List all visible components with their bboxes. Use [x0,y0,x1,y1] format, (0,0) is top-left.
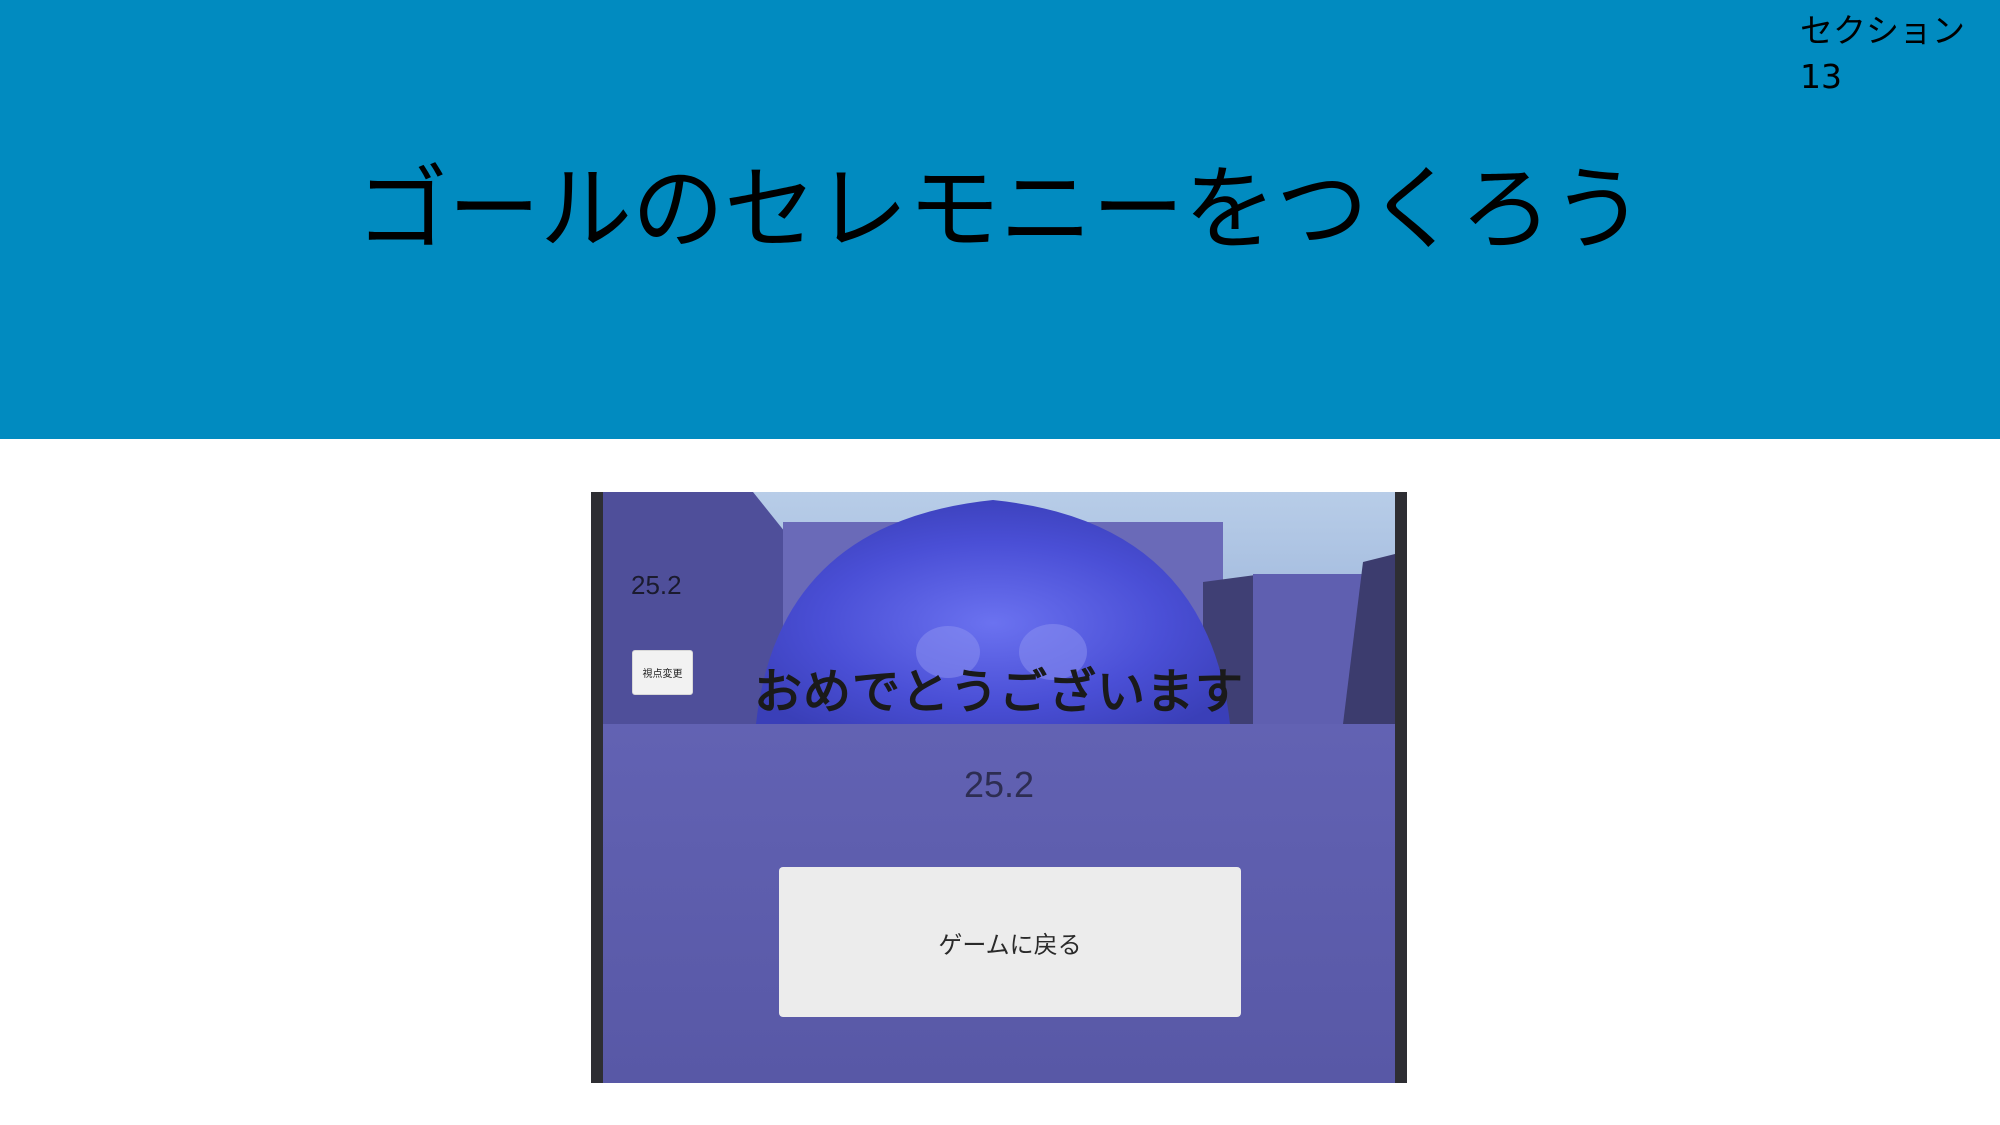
game-viewport: 25.2 視点変更 おめでとうございます 25.2 ゲームに戻る [603,492,1395,1083]
slide-header: セクション 13 ゴールのセレモニーをつくろう [0,0,2000,439]
game-screenshot: 25.2 視点変更 おめでとうございます 25.2 ゲームに戻る [591,492,1407,1083]
section-number: 13 [1800,57,1842,96]
slide-title: ゴールのセレモニーをつくろう [355,156,1644,263]
section-label-text: セクション [1800,11,1965,50]
result-time: 25.2 [963,764,1035,805]
timer-readout: 25.2 [631,570,682,600]
return-to-game-button[interactable]: ゲームに戻る [779,867,1241,1017]
section-label: セクション 13 [1800,8,1965,100]
congratulations-text: おめでとうございます [753,664,1244,720]
